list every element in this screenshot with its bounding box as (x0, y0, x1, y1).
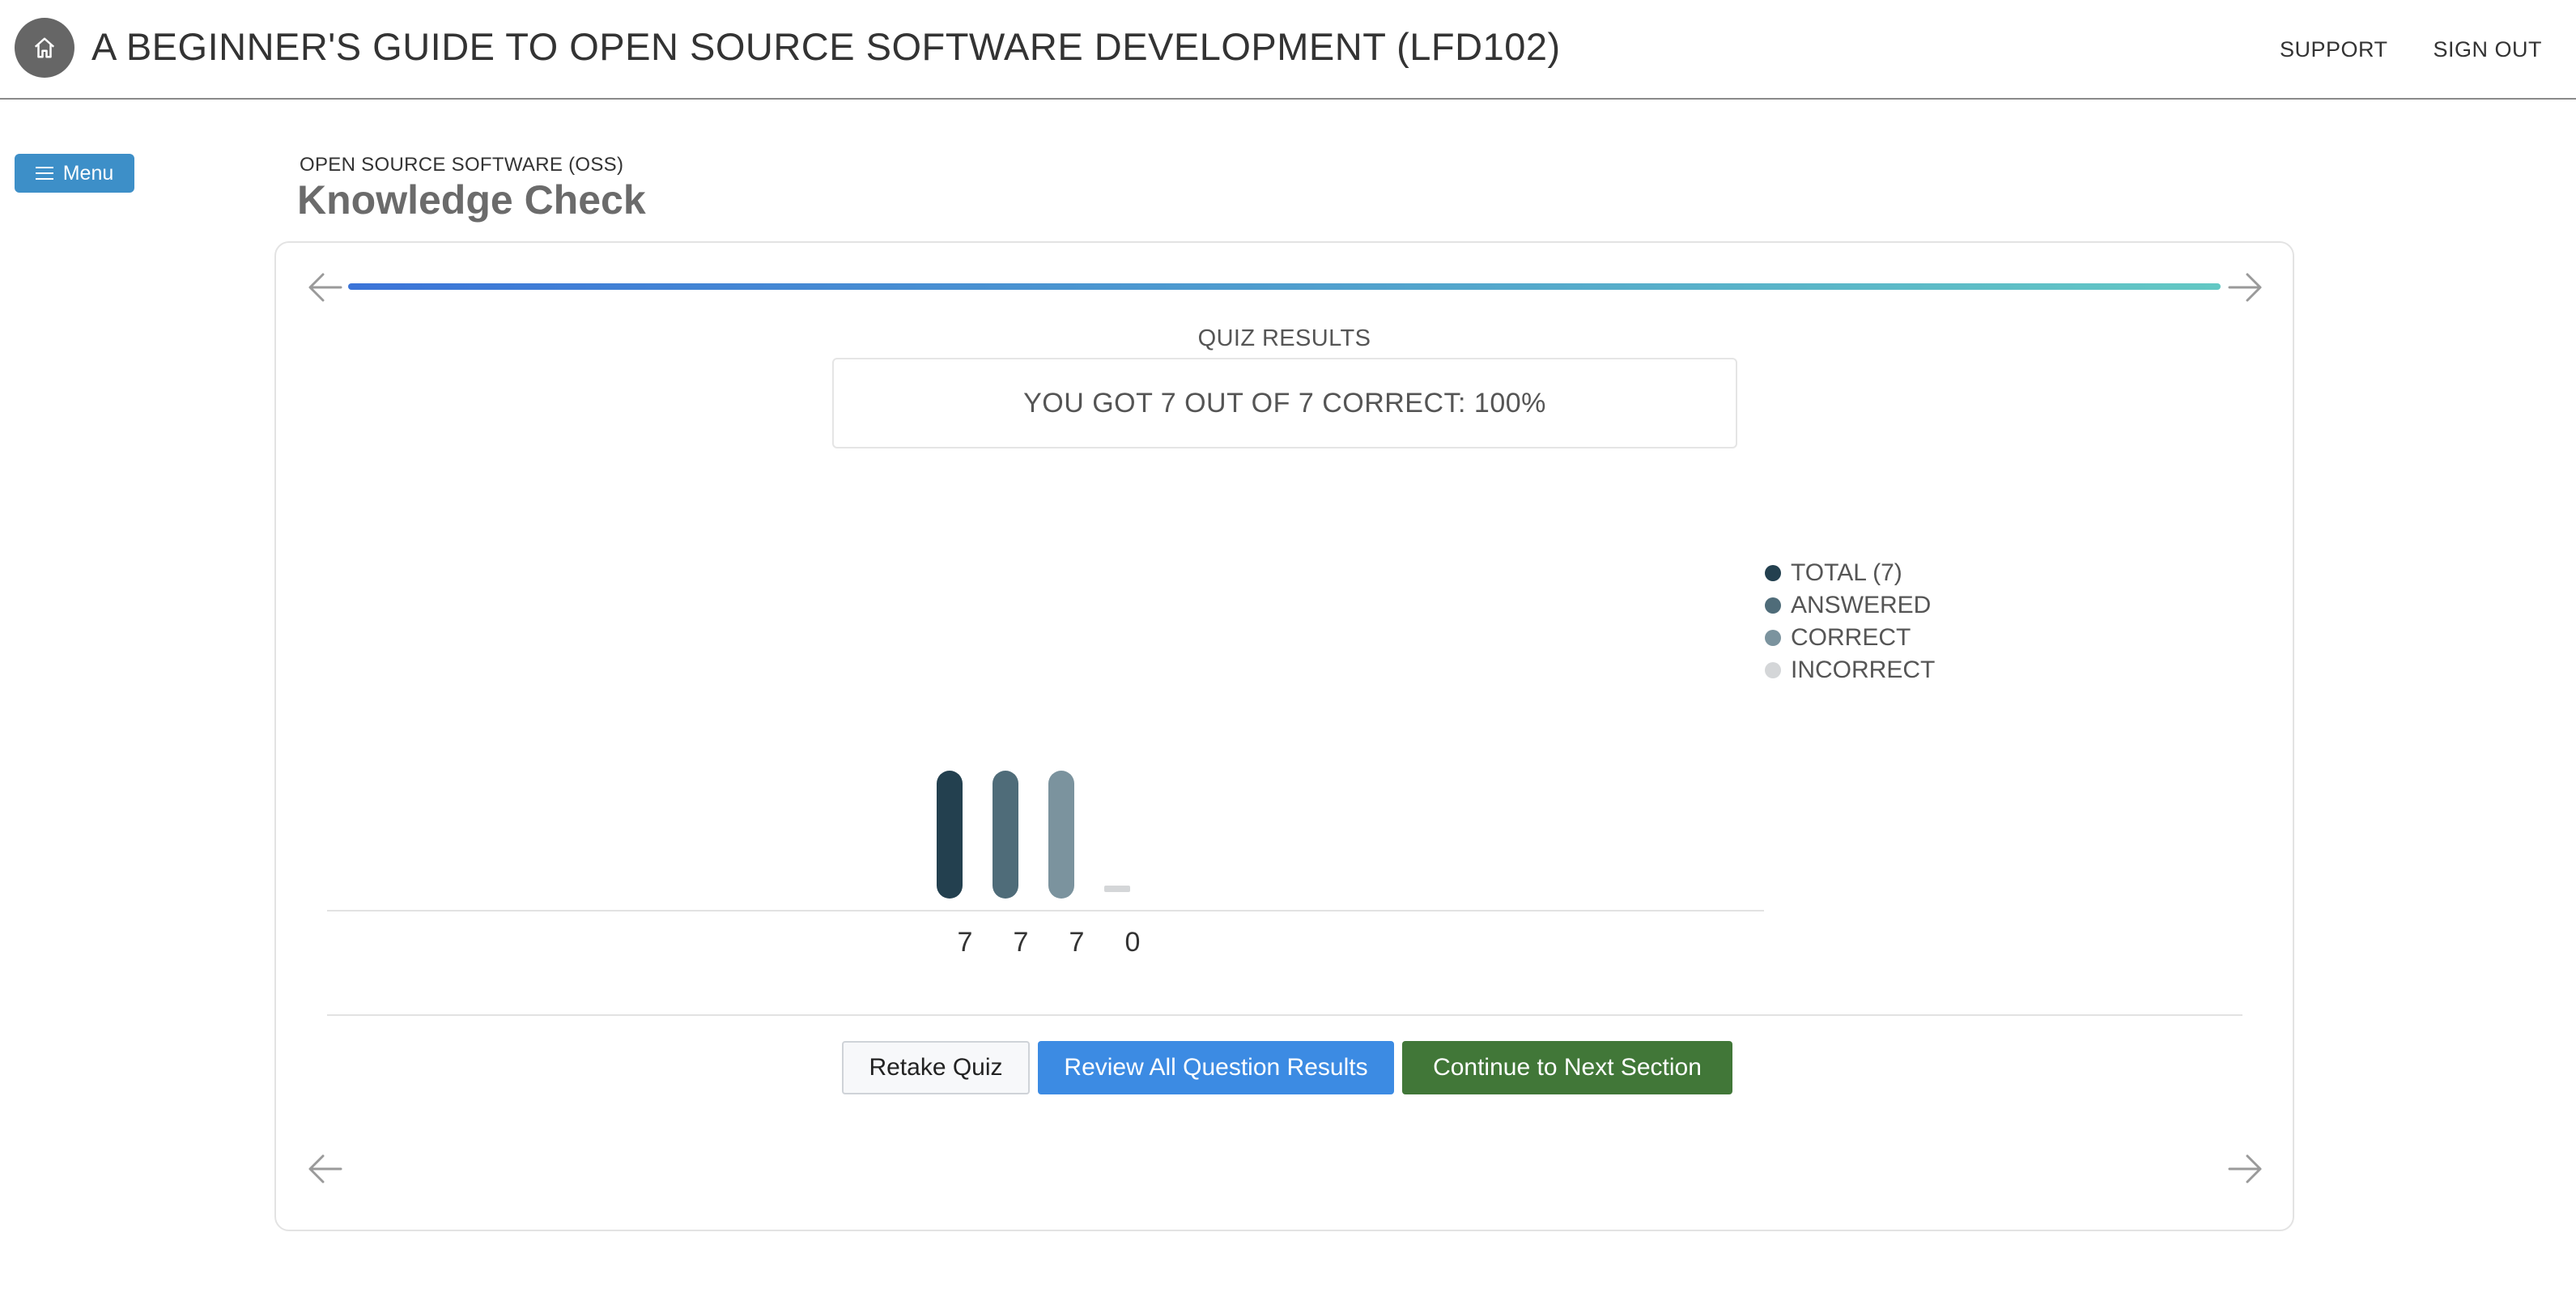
legend-item-total: TOTAL (7) (1765, 557, 1935, 589)
legend-item-correct: CORRECT (1765, 622, 1935, 654)
legend-dot-answered (1765, 597, 1781, 614)
continue-next-section-button[interactable]: Continue to Next Section (1402, 1041, 1732, 1094)
previous-arrow-icon[interactable] (307, 271, 344, 304)
next-arrow-icon[interactable] (2226, 271, 2264, 304)
progress-bar (348, 283, 2221, 290)
previous-arrow-bottom-icon[interactable] (307, 1153, 344, 1185)
bar-answered (993, 771, 1018, 899)
legend-dot-incorrect (1765, 662, 1781, 678)
next-arrow-bottom-icon[interactable] (2226, 1153, 2264, 1185)
legend-label-total: TOTAL (7) (1791, 559, 1902, 586)
retake-quiz-button[interactable]: Retake Quiz (842, 1041, 1030, 1094)
bar-value-incorrect: 0 (1124, 927, 1141, 958)
bar-value-labels: 7 7 7 0 (923, 927, 1166, 959)
action-buttons: Retake Quiz Review All Question Results … (842, 1041, 1732, 1094)
chart-baseline (327, 910, 1764, 911)
menu-button-label: Menu (62, 161, 114, 185)
home-button[interactable] (15, 18, 74, 78)
bar-value-correct: 7 (1069, 927, 1085, 958)
top-bar: A BEGINNER'S GUIDE TO OPEN SOURCE SOFTWA… (0, 0, 2576, 100)
home-icon (34, 37, 55, 58)
legend-label-correct: CORRECT (1791, 624, 1911, 651)
quiz-card: QUIZ RESULTS YOU GOT 7 OUT OF 7 CORRECT:… (274, 241, 2294, 1231)
course-title: A BEGINNER'S GUIDE TO OPEN SOURCE SOFTWA… (91, 25, 1561, 68)
support-link[interactable]: SUPPORT (2280, 37, 2388, 62)
menu-button[interactable]: Menu (15, 154, 134, 193)
bar-value-answered: 7 (1013, 927, 1029, 958)
legend-item-answered: ANSWERED (1765, 589, 1935, 622)
sign-out-link[interactable]: SIGN OUT (2433, 37, 2542, 62)
legend-item-incorrect: INCORRECT (1765, 654, 1935, 686)
review-results-button[interactable]: Review All Question Results (1038, 1041, 1394, 1094)
hamburger-icon (35, 167, 53, 180)
quiz-results-label: QUIZ RESULTS (1197, 325, 1371, 351)
chart-legend: TOTAL (7) ANSWERED CORRECT INCORRECT (1765, 557, 1935, 686)
legend-label-incorrect: INCORRECT (1791, 656, 1936, 683)
page-title: Knowledge Check (297, 177, 646, 223)
results-bar-chart (937, 771, 1130, 899)
section-label: OPEN SOURCE SOFTWARE (OSS) (300, 154, 624, 176)
score-text: YOU GOT 7 OUT OF 7 CORRECT: 100% (1023, 387, 1546, 419)
legend-label-answered: ANSWERED (1791, 592, 1932, 618)
bar-correct (1048, 771, 1074, 899)
score-box: YOU GOT 7 OUT OF 7 CORRECT: 100% (832, 358, 1737, 448)
section-divider (327, 1014, 2242, 1016)
top-links: SUPPORT SIGN OUT (2280, 37, 2542, 62)
legend-dot-correct (1765, 630, 1781, 646)
bar-incorrect (1104, 886, 1130, 892)
bar-value-total: 7 (957, 927, 973, 958)
bar-total (937, 771, 963, 899)
legend-dot-total (1765, 565, 1781, 581)
